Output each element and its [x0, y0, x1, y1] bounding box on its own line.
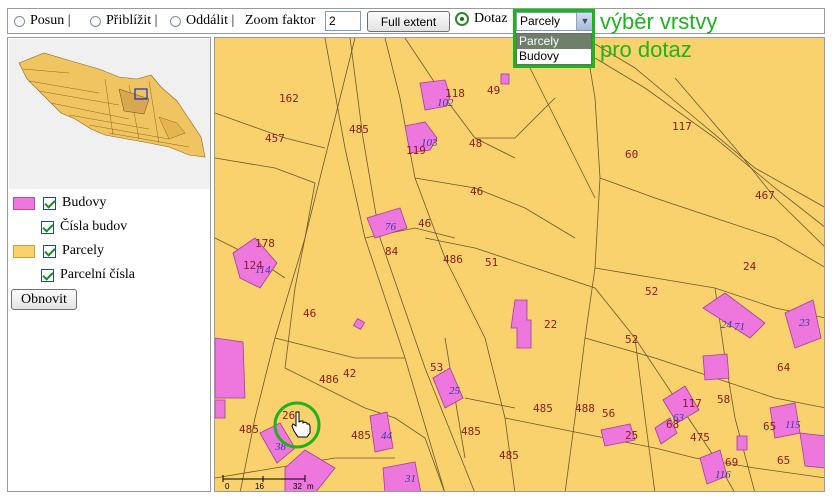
- parcel-label: 42: [343, 367, 356, 380]
- parcel-label: 64: [777, 361, 791, 374]
- parcel-label: 56: [602, 407, 615, 420]
- scale-tick-32: 32: [293, 482, 302, 491]
- parcel-label: 51: [485, 256, 498, 269]
- parcel-label: 58: [717, 393, 730, 406]
- layer-option-budovy[interactable]: Budovy: [517, 49, 591, 64]
- parcel-label: 485: [349, 123, 369, 136]
- parcel-label: 485: [351, 429, 371, 442]
- priblizit-label: Přiblížit |: [106, 13, 158, 28]
- parcel-label: 486: [443, 253, 463, 266]
- mode-posun[interactable]: Posun |: [14, 13, 71, 29]
- building-label: 71: [734, 321, 745, 333]
- dotaz-label: Dotaz: [474, 11, 508, 26]
- parcel-label: 485: [533, 402, 553, 415]
- parcel-label: 52: [625, 333, 638, 346]
- mode-priblizit[interactable]: Přiblížit |: [90, 13, 157, 29]
- oddalit-label: Oddálit |: [186, 13, 235, 28]
- scale-tick-16: 16: [255, 482, 264, 491]
- parcel-label: 48: [469, 137, 482, 150]
- mode-oddalit[interactable]: Oddálit |: [170, 13, 234, 29]
- parcel-label: 65: [777, 454, 790, 467]
- parcel-label: 475: [690, 431, 710, 444]
- parcel-label: 60: [625, 148, 638, 161]
- annotation-line-1: výběr vrstvy: [600, 9, 718, 34]
- layer-select-value: Parcely: [520, 14, 561, 28]
- layer-select[interactable]: Parcely ▼: [516, 12, 594, 31]
- parcel-label: 117: [672, 120, 692, 133]
- oddalit-radio[interactable]: [170, 15, 181, 27]
- parcel-label: 488: [575, 402, 595, 415]
- parcel-label: 26: [282, 409, 295, 422]
- parcel-label: 46: [470, 185, 483, 198]
- parcel-label: 178: [255, 237, 275, 250]
- parcel-label: 53: [430, 361, 443, 374]
- zoom-factor-label: Zoom faktor: [245, 13, 315, 29]
- parcel-label: 486: [319, 373, 339, 386]
- building-label: 102: [437, 97, 454, 109]
- parcel-label: 24: [743, 260, 757, 273]
- budovy-label: Budovy: [62, 195, 107, 210]
- dotaz-radio[interactable]: [455, 12, 469, 26]
- parcely-checkbox[interactable]: [43, 244, 56, 258]
- parcel-label: 84: [385, 245, 399, 258]
- building-label: 24: [721, 319, 733, 331]
- parcel-label: 52: [645, 285, 658, 298]
- legend-budovy: Budovy: [13, 195, 106, 211]
- building-label: 116: [715, 469, 731, 481]
- budovy-swatch: [13, 196, 35, 210]
- building-label: 115: [785, 419, 801, 431]
- posun-label: Posun |: [30, 13, 71, 28]
- building-label: 23: [799, 317, 811, 329]
- parcel-label: 46: [418, 217, 431, 230]
- parcel-label: 485: [499, 449, 519, 462]
- parcel-label: 49: [487, 84, 500, 97]
- annotation-line-2: pro dotaz: [600, 37, 692, 62]
- budovy-checkbox[interactable]: [43, 196, 56, 210]
- parcel-label: 485: [239, 423, 259, 436]
- chevron-down-icon[interactable]: ▼: [576, 13, 593, 30]
- parcely-swatch: [13, 244, 35, 258]
- cisla-budov-checkbox[interactable]: [41, 220, 54, 234]
- parcel-label: 485: [461, 425, 481, 438]
- parcel-label: 65: [763, 420, 776, 433]
- priblizit-radio[interactable]: [90, 15, 101, 27]
- cisla-budov-label: Čísla budov: [60, 219, 128, 234]
- map-canvas[interactable]: 162 118 49 457 485 48 119 117 60 46 467 …: [214, 37, 825, 492]
- zoom-factor-input[interactable]: [325, 11, 361, 31]
- legend-cisla-budov: Čísla budov: [41, 219, 127, 235]
- legend-parcely: Parcely: [13, 243, 104, 259]
- parcel-label: 25: [625, 429, 638, 442]
- parcel-label: 457: [265, 132, 285, 145]
- parcel-label: 117: [682, 397, 702, 410]
- building-label: 25: [449, 385, 461, 397]
- overview-map[interactable]: [9, 39, 210, 189]
- building-label: 103: [421, 137, 438, 149]
- parcel-label: 46: [303, 307, 316, 320]
- parcel-label: 162: [279, 92, 299, 105]
- legend-parcelni-cisla: Parcelní čísla: [41, 267, 135, 283]
- left-panel: Budovy Čísla budov Parcely Parcelní čísl…: [7, 37, 211, 492]
- building-label: 63: [673, 412, 685, 424]
- building-label: 114: [255, 264, 271, 276]
- posun-radio[interactable]: [14, 15, 25, 27]
- layer-dropdown-list[interactable]: Parcely Budovy: [516, 33, 592, 65]
- building-label: 31: [404, 473, 416, 485]
- building-label: 44: [381, 430, 393, 442]
- refresh-button[interactable]: Obnovit: [11, 289, 77, 310]
- building-label: 76: [385, 221, 397, 233]
- layer-option-parcely[interactable]: Parcely: [517, 34, 591, 49]
- scale-tick-0: 0: [225, 482, 230, 491]
- mode-dotaz[interactable]: Dotaz: [455, 11, 507, 27]
- parcel-label: 22: [544, 318, 557, 331]
- full-extent-button[interactable]: Full extent: [367, 11, 450, 32]
- scale-unit: m: [307, 482, 314, 491]
- parcelni-cisla-label: Parcelní čísla: [60, 267, 136, 282]
- parcely-label: Parcely: [62, 243, 104, 258]
- parcel-label: 69: [725, 456, 738, 469]
- parcelni-cisla-checkbox[interactable]: [41, 268, 54, 282]
- zoom-factor-text: Zoom faktor: [245, 13, 316, 28]
- parcel-label: 467: [755, 189, 775, 202]
